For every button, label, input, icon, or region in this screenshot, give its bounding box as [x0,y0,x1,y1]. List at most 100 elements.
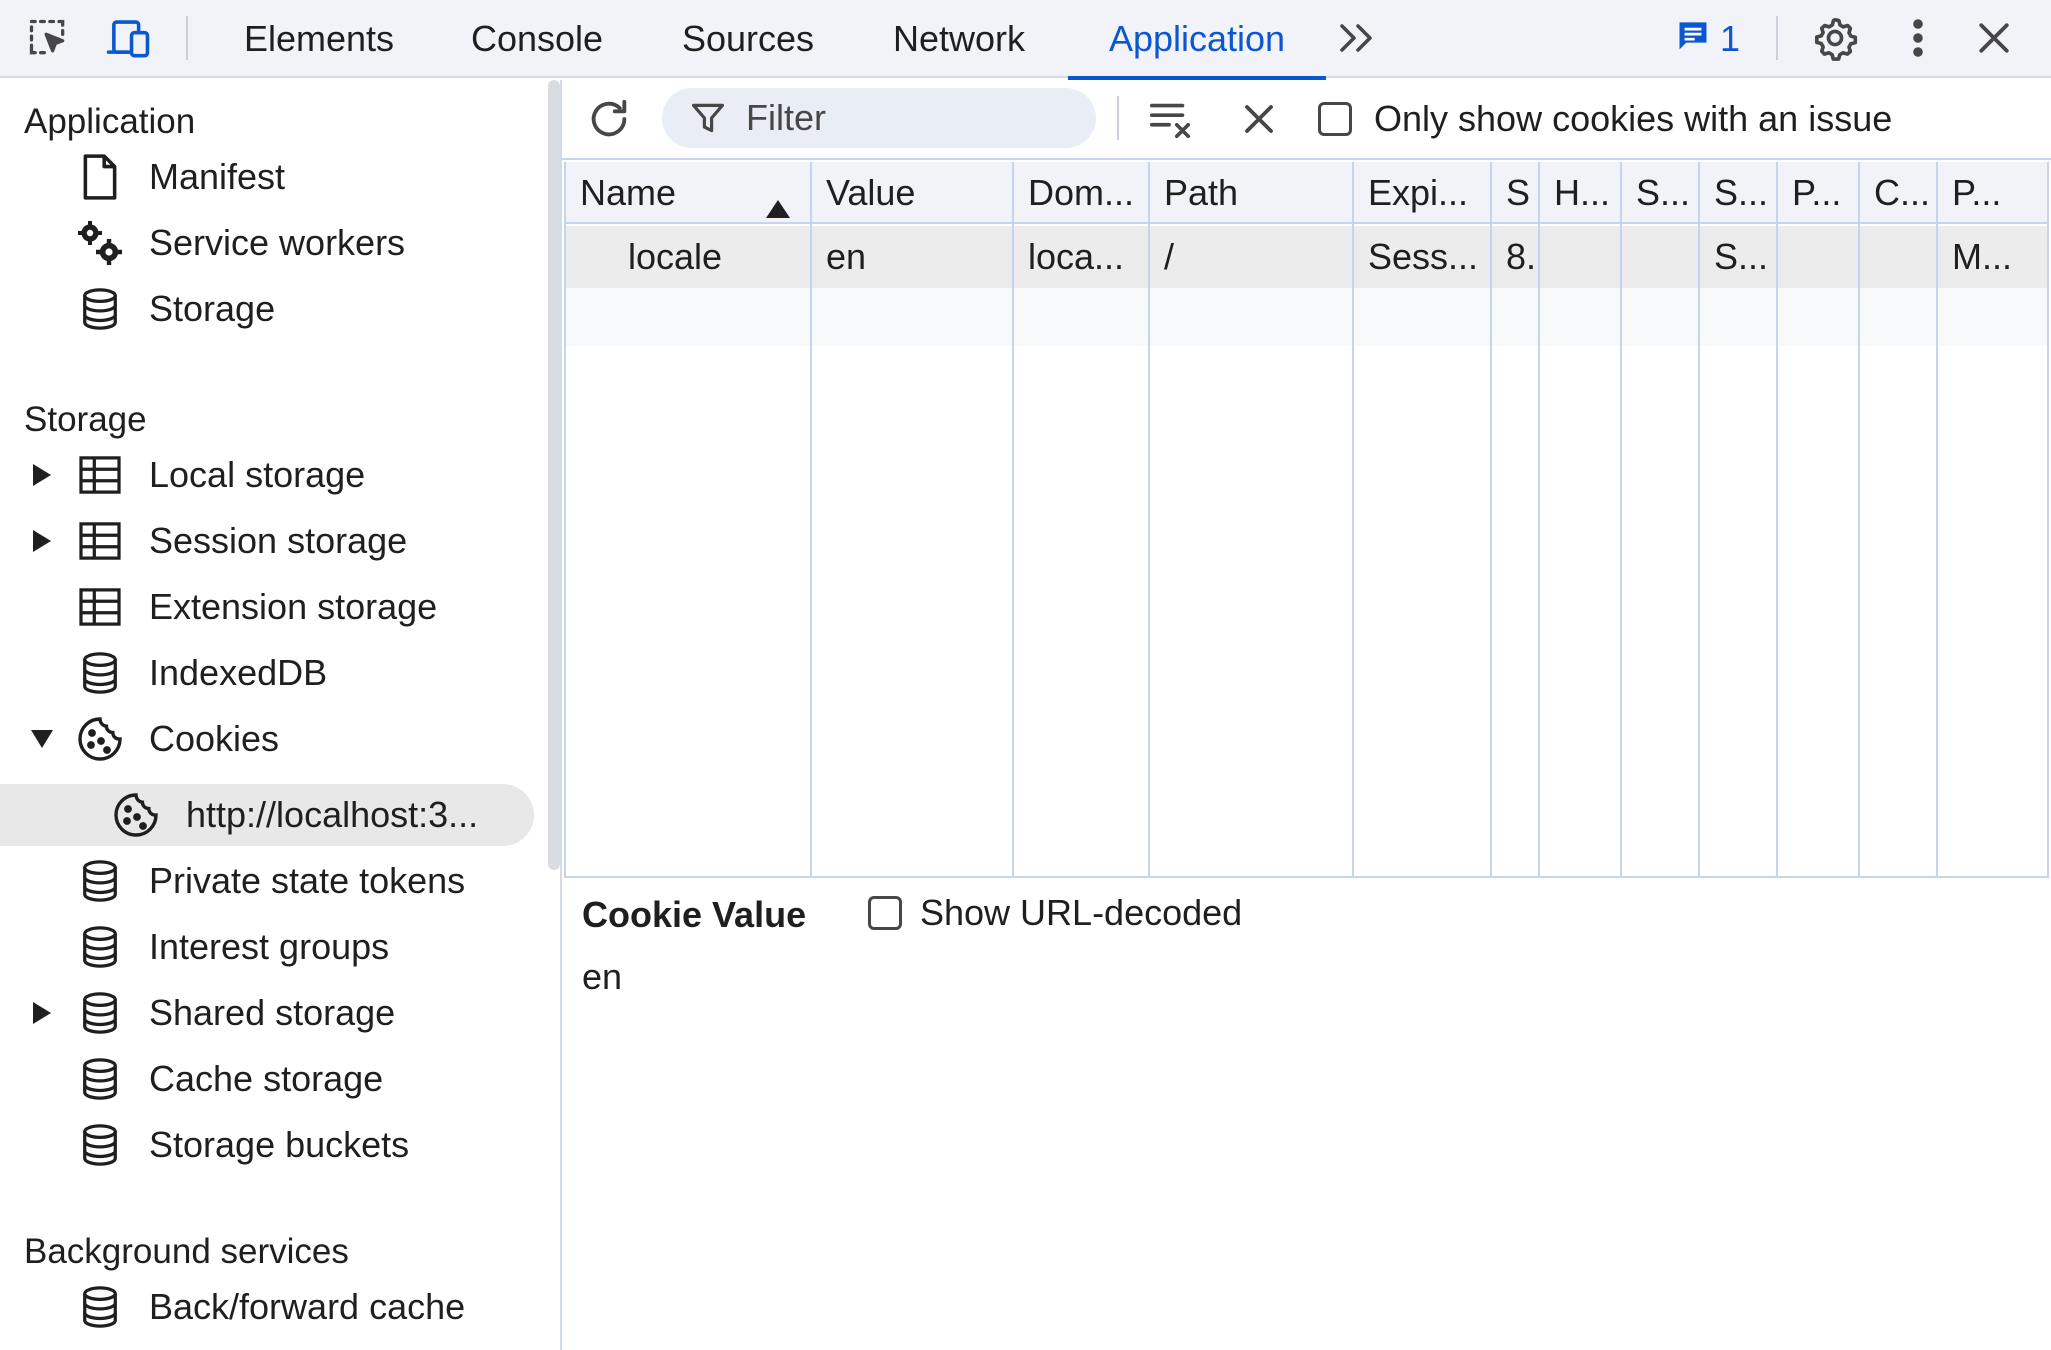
cell-name: locale [628,236,723,277]
sidebar-item-label: Manifest [149,156,286,197]
sidebar-item-service-workers[interactable]: Service workers [0,212,546,274]
column-divider[interactable] [1776,162,1778,876]
column-header-size[interactable]: S [1492,162,1538,224]
sidebar-item-session-storage[interactable]: Session storage [0,510,546,572]
sidebar-item-extension-storage[interactable]: Extension storage [0,576,546,638]
column-header-cross-site[interactable]: C... [1860,162,1936,224]
filter-funnel-icon [690,100,726,136]
tab-console[interactable]: Console [448,0,626,78]
only-issues-checkbox[interactable] [1318,102,1352,136]
table-icon [76,451,124,499]
sidebar-item-label: Cookies [149,718,280,759]
database-icon [76,649,124,697]
sidebar-item-storage-overview[interactable]: Storage [0,278,546,340]
delete-selected-icon[interactable] [1236,96,1282,142]
tab-network[interactable]: Network [874,0,1044,78]
issues-count: 1 [1720,18,1741,59]
column-divider[interactable] [1620,162,1622,876]
tab-application[interactable]: Application [1068,0,1326,80]
sidebar-item-storage-buckets[interactable]: Storage buckets [0,1114,546,1176]
cell-priority: M... [1952,236,2012,277]
column-header-partition-key[interactable]: P... [1778,162,1858,224]
expand-arrow-icon[interactable] [30,463,54,487]
expand-arrow-icon[interactable] [30,1001,54,1025]
cookie-value-text[interactable]: en [582,956,622,998]
sidebar-item-cookie-origin[interactable]: http://localhost:3... [0,784,534,846]
sidebar-item-label: Private state tokens [149,860,466,901]
section-title-storage: Storage [24,400,147,439]
database-icon [76,1283,124,1331]
sidebar-item-label: http://localhost:3... [186,794,479,835]
column-header-samesite[interactable]: S... [1700,162,1776,224]
url-decode-toggle[interactable]: Show URL-decoded [868,892,1242,934]
column-header-value[interactable]: Value [812,162,1012,224]
column-divider[interactable] [1148,162,1150,876]
sidebar-item-local-storage[interactable]: Local storage [0,444,546,506]
cell-domain: loca... [1028,236,1125,277]
only-issues-toggle[interactable]: Only show cookies with an issue [1318,94,1892,144]
url-decode-checkbox[interactable] [868,896,902,930]
cookies-toolbar: Only show cookies with an issue [562,80,2051,160]
column-divider[interactable] [1352,162,1354,876]
sidebar-item-label: Cache storage [149,1058,384,1099]
url-decode-label: Show URL-decoded [920,892,1243,933]
cookie-icon [112,791,160,839]
sidebar-item-shared-storage[interactable]: Shared storage [0,982,546,1044]
sidebar-item-interest-groups[interactable]: Interest groups [0,916,546,978]
database-icon [76,923,124,971]
sidebar-item-indexeddb[interactable]: IndexedDB [0,642,546,704]
cookie-icon [76,715,124,763]
column-header-path[interactable]: Path [1150,162,1352,224]
database-icon [76,1121,124,1169]
more-options-icon[interactable] [1894,14,1942,62]
cell-value: en [826,236,867,277]
column-header-httponly[interactable]: H... [1540,162,1620,224]
database-icon [76,1055,124,1103]
clear-all-cookies-icon[interactable] [1146,94,1196,144]
section-title-background-services: Background services [24,1232,349,1271]
issues-counter-button[interactable]: 1 [1676,14,1740,64]
sidebar-item-manifest[interactable]: Manifest [0,146,546,208]
sidebar-item-private-state-tokens[interactable]: Private state tokens [0,850,546,912]
sidebar-scrollbar[interactable] [548,80,560,870]
collapse-arrow-icon[interactable] [30,727,54,751]
column-divider[interactable] [1698,162,1700,876]
empty-row[interactable] [566,288,2047,346]
column-divider[interactable] [1936,162,1938,876]
tab-sources[interactable]: Sources [664,0,832,78]
column-header-domain[interactable]: Dom... [1014,162,1148,224]
gear-icon[interactable] [1811,14,1859,62]
chevron-double-right-icon[interactable] [1332,14,1380,62]
cell-expires: Sess... [1368,236,1479,277]
tab-bar-separator [1776,16,1778,60]
devtools-tab-bar: Elements Console Sources Network Applica… [0,0,2051,80]
column-divider[interactable] [1012,162,1014,876]
column-header-secure[interactable]: S... [1622,162,1698,224]
column-divider[interactable] [1490,162,1492,876]
cell-httponly [1540,226,1620,288]
expand-arrow-icon[interactable] [30,529,54,553]
tab-elements[interactable]: Elements [222,0,416,78]
filter-box[interactable] [662,88,1096,148]
close-icon[interactable] [1970,14,2018,62]
sidebar-item-cookies[interactable]: Cookies [0,708,546,770]
device-toolbar-icon[interactable] [104,14,152,62]
column-divider[interactable] [810,162,812,876]
column-divider[interactable] [1538,162,1540,876]
inspect-element-icon[interactable] [24,14,72,62]
sidebar-item-cache-storage[interactable]: Cache storage [0,1048,546,1110]
column-header-name[interactable]: Name [566,162,810,224]
document-icon [76,153,124,201]
table-row[interactable]: locale en loca... / Sess... 8. S... M... [566,226,2047,288]
sidebar-item-label: Shared storage [149,992,396,1033]
column-divider[interactable] [1858,162,1860,876]
sidebar-item-back-forward-cache[interactable]: Back/forward cache [0,1276,546,1338]
column-header-expires[interactable]: Expi... [1354,162,1490,224]
filter-input[interactable] [746,94,1076,142]
tab-bar-separator [186,16,188,60]
cell-path: / [1164,236,1175,277]
table-icon [76,583,124,631]
refresh-icon[interactable] [584,94,634,144]
column-header-priority[interactable]: P... [1938,162,2047,224]
toolbar-separator [1117,96,1119,140]
